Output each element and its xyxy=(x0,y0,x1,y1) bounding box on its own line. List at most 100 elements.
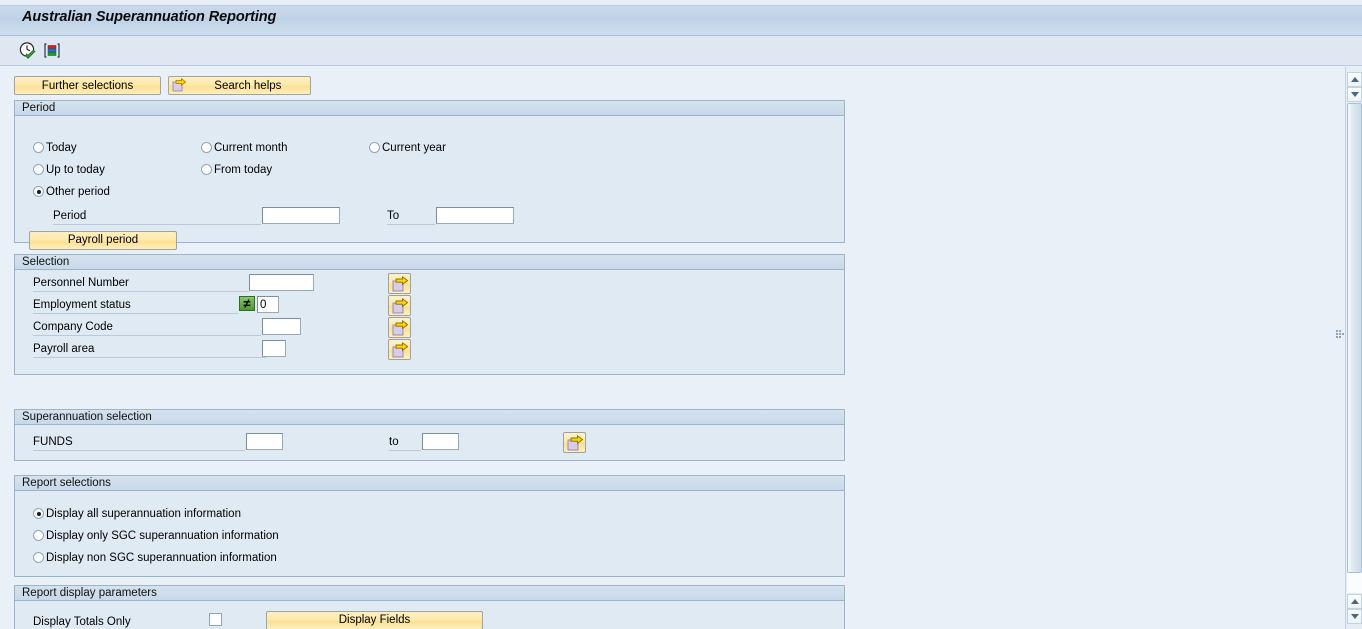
scroll-gutter xyxy=(1330,67,1345,629)
scroll-down-icon xyxy=(1351,92,1359,97)
display-totals-only-label: Display Totals Only xyxy=(33,616,131,628)
display-fields-button[interactable]: Display Fields xyxy=(266,611,483,629)
report-display-group-title: Report display parameters xyxy=(22,587,157,599)
scroll-up-icon xyxy=(1351,77,1359,82)
personnel-number-underline xyxy=(33,291,249,292)
radio-current-month[interactable]: Current month xyxy=(201,142,288,155)
radio-display-all-superannuation[interactable]: Display all superannuation information xyxy=(33,508,241,521)
funds-from-input[interactable] xyxy=(246,433,283,450)
multiple-selection-icon xyxy=(392,276,409,292)
radio-label: Display only SGC superannuation informat… xyxy=(46,530,279,542)
employment-status-input[interactable] xyxy=(257,296,279,313)
multiple-selection-icon xyxy=(392,342,409,358)
company-code-label: Company Code xyxy=(33,321,113,333)
radio-dot xyxy=(369,142,380,153)
scrollbar-thumb[interactable] xyxy=(1347,103,1362,573)
radio-display-non-sgc[interactable]: Display non SGC superannuation informati… xyxy=(33,552,277,565)
report-display-group-header: Report display parameters xyxy=(15,586,844,601)
radio-dot xyxy=(33,142,44,153)
scroll-up-button-bottom[interactable] xyxy=(1347,594,1362,609)
radio-dot xyxy=(33,186,44,197)
radio-dot xyxy=(33,552,44,563)
report-selections-group-header: Report selections xyxy=(15,476,844,491)
radio-today[interactable]: Today xyxy=(33,142,77,155)
radio-other-period[interactable]: Other period xyxy=(33,186,110,199)
personnel-number-label: Personnel Number xyxy=(33,277,129,289)
employment-status-underline xyxy=(33,313,238,314)
employment-status-label: Employment status xyxy=(33,299,131,311)
personnel-number-input[interactable] xyxy=(249,274,314,291)
funds-to-input[interactable] xyxy=(422,433,459,450)
radio-label: From today xyxy=(214,164,273,176)
superannuation-group-title: Superannuation selection xyxy=(22,411,152,423)
period-to-input[interactable] xyxy=(436,207,514,224)
payroll-area-input[interactable] xyxy=(262,340,286,357)
radio-from-today[interactable]: From today xyxy=(201,164,272,177)
yellow-arrow-icon xyxy=(172,77,187,93)
radio-label: Up to today xyxy=(46,164,105,176)
selection-group-header: Selection xyxy=(15,255,844,270)
scroll-up-button-top[interactable] xyxy=(1347,72,1362,87)
period-group: Period Today Current month Current year … xyxy=(14,100,845,250)
radio-dot xyxy=(201,164,212,175)
radio-label: Current year xyxy=(382,142,446,154)
radio-label: Display non SGC superannuation informati… xyxy=(46,552,277,564)
funds-to-label: to xyxy=(389,436,399,448)
search-helps-button[interactable]: Search helps xyxy=(168,76,312,95)
radio-dot xyxy=(33,530,44,541)
radio-dot xyxy=(33,508,44,519)
employment-status-multiple-selection-button[interactable] xyxy=(388,295,411,316)
funds-multiple-selection-button[interactable] xyxy=(563,432,586,453)
display-variant-icon[interactable] xyxy=(42,41,62,61)
page-title: Australian Superannuation Reporting xyxy=(22,9,277,25)
payroll-area-label: Payroll area xyxy=(33,343,95,355)
not-equal-icon[interactable]: ≠ xyxy=(239,296,255,311)
vertical-scrollbar[interactable] xyxy=(1345,67,1362,629)
superannuation-selection-group: Superannuation selection FUNDS to xyxy=(14,409,845,461)
window-title-bar: Australian Superannuation Reporting xyxy=(0,0,1362,36)
radio-up-to-today[interactable]: Up to today xyxy=(33,164,105,177)
report-display-parameters-group: Report display parameters Display Totals… xyxy=(14,585,845,629)
further-selections-button[interactable]: Further selections xyxy=(14,76,161,95)
radio-label: Current month xyxy=(214,142,288,154)
clock-check-icon[interactable] xyxy=(18,41,38,61)
report-selections-group: Report selections Display all superannua… xyxy=(14,475,845,577)
funds-label: FUNDS xyxy=(33,436,73,448)
company-code-underline xyxy=(33,335,261,336)
company-code-input[interactable] xyxy=(262,318,301,335)
period-field-label: Period xyxy=(53,210,87,222)
radio-label: Display all superannuation information xyxy=(46,508,241,520)
selection-screen-content: Further selections Search helps Period T… xyxy=(0,67,1330,629)
payroll-area-multiple-selection-button[interactable] xyxy=(388,339,411,360)
radio-label: Today xyxy=(46,142,77,154)
period-group-title: Period xyxy=(22,102,56,114)
period-from-input[interactable] xyxy=(262,207,340,224)
scroll-down-icon xyxy=(1351,614,1359,619)
company-code-multiple-selection-button[interactable] xyxy=(388,317,411,338)
scroll-up-icon xyxy=(1351,599,1359,604)
resize-grip-icon[interactable] xyxy=(1336,330,1344,341)
funds-underline xyxy=(33,450,245,451)
radio-dot xyxy=(33,164,44,175)
scroll-down-button-top[interactable] xyxy=(1347,87,1362,102)
period-to-underline xyxy=(387,224,435,225)
display-totals-only-checkbox[interactable] xyxy=(209,613,222,626)
report-selections-group-title: Report selections xyxy=(22,477,111,489)
payroll-period-button[interactable]: Payroll period xyxy=(29,231,177,250)
sap-gui-window: Australian Superannuation Reporting © ww… xyxy=(0,0,1362,629)
superannuation-group-header: Superannuation selection xyxy=(15,410,844,425)
radio-label: Other period xyxy=(46,186,110,198)
radio-current-year[interactable]: Current year xyxy=(369,142,446,155)
radio-dot xyxy=(201,142,212,153)
multiple-selection-icon xyxy=(392,298,409,314)
radio-display-only-sgc[interactable]: Display only SGC superannuation informat… xyxy=(33,530,279,543)
personnel-number-multiple-selection-button[interactable] xyxy=(388,273,411,294)
application-toolbar: © www.tutorialkart.com xyxy=(0,36,1362,99)
search-helps-label: Search helps xyxy=(214,80,282,92)
funds-to-underline xyxy=(389,450,421,451)
scroll-down-button-bottom[interactable] xyxy=(1347,609,1362,624)
selection-group: Selection Personnel Number Employment st… xyxy=(14,254,845,375)
period-to-label: To xyxy=(387,210,400,222)
selection-group-title: Selection xyxy=(22,256,70,268)
multiple-selection-icon xyxy=(567,435,584,451)
